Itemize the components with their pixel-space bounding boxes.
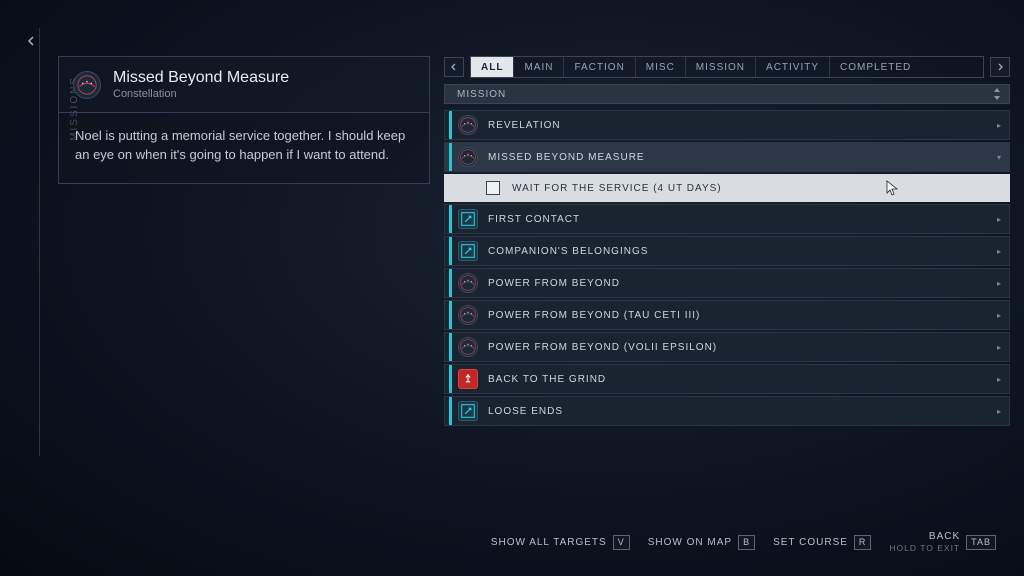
mission-detail-card: Missed Beyond Measure Constellation Noel… bbox=[58, 56, 430, 184]
mission-type-icon bbox=[458, 147, 478, 167]
tab-prev-button[interactable] bbox=[444, 57, 464, 77]
objective-checkbox[interactable] bbox=[486, 181, 500, 195]
mission-row-label: POWER FROM BEYOND (TAU CETI III) bbox=[488, 310, 997, 321]
accent-bar bbox=[449, 365, 452, 393]
mission-row-label: POWER FROM BEYOND bbox=[488, 278, 997, 289]
chevron-right-icon: ▸ bbox=[997, 343, 1001, 352]
tab-all[interactable]: ALL bbox=[471, 57, 514, 77]
cursor-icon bbox=[886, 180, 900, 196]
accent-bar bbox=[449, 269, 452, 297]
mission-type-icon bbox=[458, 115, 478, 135]
accent-bar bbox=[449, 143, 452, 171]
tab-mission[interactable]: MISSION bbox=[686, 57, 756, 77]
mission-type-icon bbox=[458, 401, 478, 421]
mission-type-icon bbox=[458, 241, 478, 261]
chevron-down-icon: ▾ bbox=[997, 153, 1001, 162]
hint-set-course[interactable]: SET COURSE R bbox=[773, 535, 871, 550]
key-icon: B bbox=[738, 535, 755, 550]
mission-tabs: ALLMAINFACTIONMISCMISSIONACTIVITYCOMPLET… bbox=[470, 56, 984, 78]
mission-list-header[interactable]: MISSION bbox=[444, 84, 1010, 104]
mission-row[interactable]: REVELATION▸ bbox=[444, 110, 1010, 140]
footer-hints: SHOW ALL TARGETS V SHOW ON MAP B SET COU… bbox=[491, 531, 996, 554]
accent-bar bbox=[449, 205, 452, 233]
tab-next-button[interactable] bbox=[990, 57, 1010, 77]
mission-row[interactable]: POWER FROM BEYOND (VOLII EPSILON)▸ bbox=[444, 332, 1010, 362]
mission-faction: Constellation bbox=[113, 88, 289, 100]
tab-activity[interactable]: ACTIVITY bbox=[756, 57, 830, 77]
chevron-right-icon: ▸ bbox=[997, 407, 1001, 416]
hint-back[interactable]: BACK HOLD TO EXIT TAB bbox=[889, 531, 996, 554]
mission-row-label: FIRST CONTACT bbox=[488, 214, 997, 225]
hint-show-on-map[interactable]: SHOW ON MAP B bbox=[648, 535, 755, 550]
mission-type-icon bbox=[458, 305, 478, 325]
mission-type-icon bbox=[458, 369, 478, 389]
side-collapse-arrow-icon[interactable] bbox=[25, 34, 37, 46]
mission-row[interactable]: FIRST CONTACT▸ bbox=[444, 204, 1010, 234]
chevron-right-icon: ▸ bbox=[997, 215, 1001, 224]
chevron-right-icon: ▸ bbox=[997, 121, 1001, 130]
mission-list: REVELATION▸MISSED BEYOND MEASURE▾WAIT FO… bbox=[444, 110, 1010, 426]
mission-row[interactable]: POWER FROM BEYOND (TAU CETI III)▸ bbox=[444, 300, 1010, 330]
accent-bar bbox=[449, 111, 452, 139]
mission-row[interactable]: BACK TO THE GRIND▸ bbox=[444, 364, 1010, 394]
mission-row[interactable]: COMPANION'S BELONGINGS▸ bbox=[444, 236, 1010, 266]
list-header-label: MISSION bbox=[457, 89, 506, 100]
hint-label: SHOW ON MAP bbox=[648, 537, 732, 548]
mission-row-label: MISSED BEYOND MEASURE bbox=[488, 152, 997, 163]
chevron-right-icon: ▸ bbox=[997, 375, 1001, 384]
accent-bar bbox=[449, 333, 452, 361]
chevron-right-icon: ▸ bbox=[997, 279, 1001, 288]
mission-row[interactable]: MISSED BEYOND MEASURE▾ bbox=[444, 142, 1010, 172]
accent-bar bbox=[449, 301, 452, 329]
tab-completed[interactable]: COMPLETED bbox=[830, 57, 921, 77]
hint-show-all-targets[interactable]: SHOW ALL TARGETS V bbox=[491, 535, 630, 550]
hint-sublabel: HOLD TO EXIT bbox=[889, 543, 960, 554]
tab-faction[interactable]: FACTION bbox=[564, 57, 635, 77]
mission-row-label: LOOSE ENDS bbox=[488, 406, 997, 417]
chevron-right-icon: ▸ bbox=[997, 247, 1001, 256]
objective-label: WAIT FOR THE SERVICE (4 UT DAYS) bbox=[512, 183, 722, 194]
mission-row-label: BACK TO THE GRIND bbox=[488, 374, 997, 385]
key-icon: TAB bbox=[966, 535, 996, 550]
sort-icon[interactable] bbox=[993, 87, 1001, 104]
mission-row-label: POWER FROM BEYOND (VOLII EPSILON) bbox=[488, 342, 997, 353]
accent-bar bbox=[449, 397, 452, 425]
mission-type-icon bbox=[458, 209, 478, 229]
accent-bar bbox=[449, 237, 452, 265]
hint-label: SHOW ALL TARGETS bbox=[491, 537, 607, 548]
key-icon: V bbox=[613, 535, 630, 550]
mission-title: Missed Beyond Measure bbox=[113, 69, 289, 87]
faction-badge-icon bbox=[73, 71, 101, 99]
hint-label: SET COURSE bbox=[773, 537, 848, 548]
mission-row-label: COMPANION'S BELONGINGS bbox=[488, 246, 997, 257]
mission-row[interactable]: LOOSE ENDS▸ bbox=[444, 396, 1010, 426]
mission-type-icon bbox=[458, 273, 478, 293]
mission-type-icon bbox=[458, 337, 478, 357]
hint-label: BACK bbox=[889, 531, 960, 544]
key-icon: R bbox=[854, 535, 872, 550]
tab-main[interactable]: MAIN bbox=[514, 57, 564, 77]
mission-description: Noel is putting a memorial service toget… bbox=[58, 112, 430, 184]
mission-row[interactable]: POWER FROM BEYOND▸ bbox=[444, 268, 1010, 298]
objective-row[interactable]: WAIT FOR THE SERVICE (4 UT DAYS) bbox=[444, 174, 1010, 202]
tab-misc[interactable]: MISC bbox=[636, 57, 686, 77]
mission-row-label: REVELATION bbox=[488, 120, 997, 131]
chevron-right-icon: ▸ bbox=[997, 311, 1001, 320]
